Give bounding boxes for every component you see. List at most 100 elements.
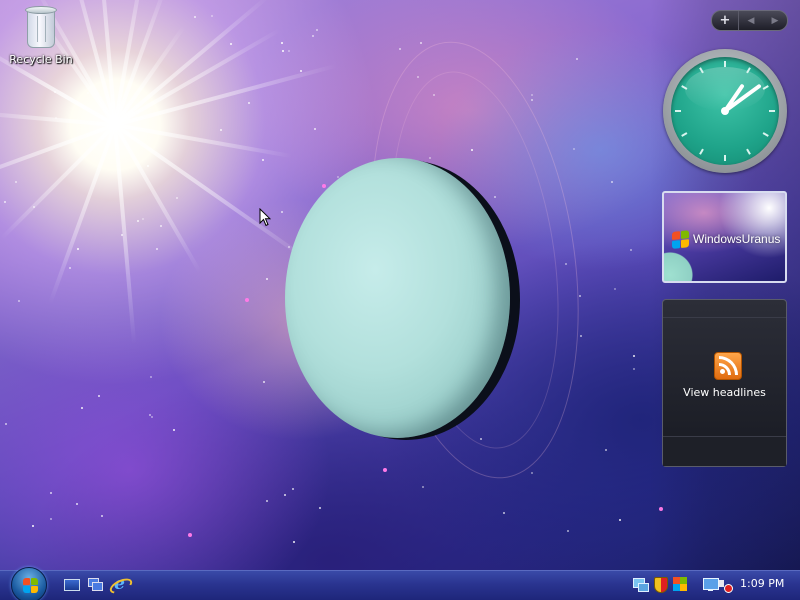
star bbox=[55, 117, 57, 119]
star bbox=[266, 500, 268, 502]
star bbox=[281, 42, 283, 44]
slideshow-caption: WindowsUranus bbox=[693, 232, 781, 246]
pink-star bbox=[322, 184, 326, 188]
internet-explorer-button[interactable]: e bbox=[110, 575, 129, 594]
star bbox=[211, 15, 213, 17]
star bbox=[284, 494, 286, 496]
star bbox=[420, 42, 422, 44]
clock-tick bbox=[699, 148, 704, 155]
clock-tick bbox=[769, 110, 775, 112]
star bbox=[173, 429, 175, 431]
desktop-icon-recycle-bin[interactable]: Recycle Bin bbox=[6, 2, 76, 72]
clock-tick bbox=[746, 148, 751, 155]
view-headlines-link[interactable]: View headlines bbox=[663, 386, 786, 399]
pink-star bbox=[245, 298, 249, 302]
star bbox=[248, 102, 250, 104]
star bbox=[611, 181, 613, 183]
star bbox=[5, 423, 7, 425]
headlines-footer bbox=[663, 436, 786, 466]
star bbox=[319, 507, 321, 509]
pink-star bbox=[383, 468, 387, 472]
star bbox=[531, 99, 533, 101]
system-tray: 1:09 PM bbox=[630, 574, 800, 596]
show-desktop-icon bbox=[63, 578, 80, 591]
star bbox=[137, 220, 139, 222]
star bbox=[121, 234, 123, 236]
star bbox=[429, 157, 431, 159]
star bbox=[579, 295, 581, 297]
show-desktop-button[interactable] bbox=[62, 575, 81, 594]
security-shield-icon[interactable] bbox=[652, 576, 668, 593]
star bbox=[471, 149, 473, 151]
star bbox=[15, 181, 17, 183]
desktop-icon-label: Recycle Bin bbox=[9, 53, 73, 66]
clock-tick bbox=[724, 155, 726, 161]
star bbox=[32, 525, 34, 527]
star bbox=[4, 201, 6, 203]
volume-muted-icon[interactable] bbox=[718, 576, 734, 593]
star bbox=[293, 541, 295, 543]
internet-explorer-icon: e bbox=[111, 576, 128, 593]
star bbox=[147, 165, 149, 167]
star bbox=[194, 16, 196, 18]
star bbox=[417, 76, 419, 78]
next-page-button[interactable]: ▶ bbox=[763, 11, 787, 30]
star bbox=[101, 515, 103, 517]
start-button[interactable] bbox=[8, 567, 50, 600]
star bbox=[314, 128, 316, 130]
clock-tick bbox=[724, 61, 726, 67]
star bbox=[614, 288, 616, 290]
star bbox=[81, 407, 83, 409]
headlines-header bbox=[663, 300, 786, 318]
previous-page-button[interactable]: ◀ bbox=[739, 11, 763, 30]
star bbox=[76, 503, 78, 505]
star bbox=[312, 35, 314, 37]
star bbox=[288, 246, 290, 248]
clock-gadget[interactable] bbox=[663, 49, 787, 173]
star bbox=[266, 278, 268, 280]
star bbox=[531, 472, 533, 474]
switch-windows-button[interactable] bbox=[86, 575, 105, 594]
mouse-cursor-icon bbox=[259, 208, 271, 227]
star bbox=[480, 438, 482, 440]
windows-logo-icon bbox=[672, 230, 690, 250]
star bbox=[151, 416, 153, 418]
network-icon[interactable] bbox=[632, 576, 649, 592]
star bbox=[580, 335, 582, 337]
star bbox=[605, 449, 607, 451]
clock-hub bbox=[721, 107, 729, 115]
recycle-bin-icon bbox=[23, 4, 59, 50]
star bbox=[300, 70, 302, 72]
star bbox=[18, 300, 20, 302]
taskbar-clock[interactable]: 1:09 PM bbox=[740, 577, 784, 590]
star bbox=[633, 355, 635, 357]
star bbox=[50, 518, 52, 520]
star bbox=[69, 267, 71, 269]
star bbox=[503, 512, 505, 514]
star bbox=[98, 395, 100, 397]
star bbox=[150, 376, 152, 378]
windows-icon[interactable] bbox=[672, 576, 688, 592]
star bbox=[573, 148, 575, 150]
star bbox=[576, 58, 578, 60]
star bbox=[281, 211, 283, 213]
star bbox=[282, 50, 284, 52]
star bbox=[292, 488, 294, 490]
slideshow-gadget[interactable]: WindowsUranus bbox=[662, 191, 787, 283]
star bbox=[142, 218, 144, 220]
star bbox=[87, 92, 89, 94]
clock-tick bbox=[762, 132, 769, 137]
add-gadget-button[interactable]: + bbox=[712, 11, 739, 30]
clock-face bbox=[671, 57, 779, 165]
star bbox=[565, 263, 567, 265]
star bbox=[262, 159, 264, 161]
star bbox=[220, 129, 222, 131]
pink-star bbox=[188, 533, 192, 537]
star bbox=[54, 91, 56, 93]
star bbox=[176, 197, 178, 199]
feed-headlines-gadget[interactable]: View headlines bbox=[662, 299, 787, 467]
display-icon[interactable] bbox=[702, 576, 719, 592]
windows-start-orb-icon bbox=[11, 567, 47, 600]
star bbox=[531, 94, 533, 96]
quick-launch: e bbox=[62, 575, 129, 595]
